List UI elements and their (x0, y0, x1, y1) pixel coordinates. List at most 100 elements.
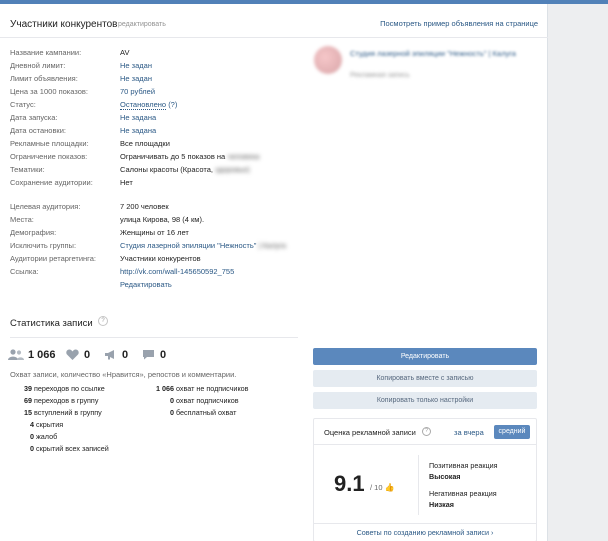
ad-url-link[interactable]: http://vk.com/wall-145650592_755 (120, 267, 234, 276)
stat-number: 39 (24, 384, 32, 393)
impression-limit-text: Ограничивать до 5 показов на (120, 152, 226, 161)
stats-description: Охват записи, количество «Нравится», реп… (10, 370, 237, 379)
score-help-icon[interactable]: ? (422, 427, 431, 436)
stat-number: 0 (30, 432, 34, 441)
stat-text: скрытия (36, 420, 64, 429)
tab-yesterday[interactable]: за вчера (454, 428, 484, 437)
field-value: Все площадки (120, 139, 170, 148)
stat-row: 39 переходов по ссылке (24, 384, 105, 394)
field-value: Студия лазерной эпиляции "Нежность" | Ка… (120, 241, 286, 250)
stat-row: 0 жалоб (30, 432, 57, 442)
ad-details-card: Участники конкурентов редактировать Посм… (0, 4, 548, 541)
field-label: Рекламные площадки: (10, 139, 89, 148)
status-value: Остановлено (?) (120, 100, 177, 110)
stat-text: охват подписчиков (176, 396, 239, 405)
daily-limit-link[interactable]: Не задан (120, 61, 152, 70)
field-value: улица Кирова, 98 (4 км). (120, 215, 205, 224)
stat-text: жалоб (36, 432, 58, 441)
page-title: Участники конкурентов (10, 19, 118, 30)
negative-label: Негативная реакция (429, 489, 497, 498)
blurred-text: человека (227, 152, 260, 161)
edit-title-link[interactable]: редактировать (118, 21, 166, 28)
avatar (314, 46, 342, 74)
field-value: Салоны красоты (Красота, здоровье) (120, 165, 250, 174)
comment-icon (143, 350, 154, 360)
field-label: Сохранение аудитории: (10, 178, 93, 187)
field-label: Аудитории ретаргетинга: (10, 254, 97, 263)
blurred-text: здоровье) (215, 165, 250, 174)
field-value: Женщины от 16 лет (120, 228, 189, 237)
stat-number: 1 066 (156, 384, 174, 393)
start-date-link[interactable]: Не задана (120, 113, 156, 122)
field-label: Лимит объявления: (10, 74, 78, 83)
ad-preview[interactable]: Студия лазерной эпиляции "Нежность" | Ка… (312, 44, 542, 84)
field-label: Дата запуска: (10, 113, 58, 122)
stat-text: переходов в группу (34, 396, 99, 405)
topics-text: Салоны красоты (Красота, (120, 165, 213, 174)
stat-row: 1 066 охват не подписчиков (156, 384, 249, 394)
field-label: Статус: (10, 100, 36, 109)
divider (418, 455, 419, 515)
stat-row: 0 охват подписчиков (170, 396, 239, 406)
copy-settings-button[interactable]: Копировать только настройки (313, 392, 537, 409)
score-value: 9.1 (334, 471, 365, 496)
stat-text: бесплатный охват (176, 408, 237, 417)
score-header: Оценка рекламной записи ? за вчера средн… (314, 419, 536, 445)
score-scale: / 10 (370, 483, 383, 492)
comments-count: 0 (160, 349, 167, 361)
reposts-count: 0 (122, 349, 129, 361)
stat-number: 15 (24, 408, 32, 417)
preview-title: Студия лазерной эпиляции "Нежность" | Ка… (350, 49, 516, 58)
status-help[interactable]: (?) (168, 100, 177, 109)
field-label: Целевая аудитория: (10, 202, 81, 211)
preview-subtitle: Рекламная запись (350, 72, 410, 79)
blurred-text: | Калуга (258, 241, 286, 250)
positive-label: Позитивная реакция (429, 461, 498, 470)
status-link[interactable]: Остановлено (120, 100, 167, 110)
users-icon (8, 349, 24, 360)
preview-link[interactable]: Посмотреть пример объявления на странице (380, 19, 538, 28)
excluded-group-link[interactable]: Студия лазерной эпиляции "Нежность" (120, 241, 256, 250)
card-header: Участники конкурентов редактировать Посм… (0, 4, 548, 38)
field-label: Демография: (10, 228, 57, 237)
stat-row: 4 скрытия (30, 420, 63, 430)
field-label: Название кампании: (10, 48, 82, 57)
stats-title: Статистика записи (10, 318, 93, 329)
stat-number: 69 (24, 396, 32, 405)
stat-row: 0 скрытий всех записей (30, 444, 109, 454)
field-label: Цена за 1000 показов: (10, 87, 88, 96)
stat-text: переходов по ссылке (34, 384, 105, 393)
stop-date-link[interactable]: Не задана (120, 126, 156, 135)
stat-text: вступлений в группу (34, 408, 102, 417)
stat-text: скрытий всех записей (36, 444, 109, 453)
field-label: Исключить группы: (10, 241, 77, 250)
field-value: Ограничивать до 5 показов на человека (120, 152, 259, 161)
field-label: Ссылка: (10, 267, 39, 276)
stat-number: 0 (170, 396, 174, 405)
field-value: Участники конкурентов (120, 254, 201, 263)
stat-number: 4 (30, 420, 34, 429)
tips-link[interactable]: Советы по созданию рекламной записи › (314, 523, 536, 541)
likes-stat: 0 (66, 348, 96, 362)
stat-number: 0 (30, 444, 34, 453)
tab-average[interactable]: средний (494, 425, 530, 439)
stat-row: 0 бесплатный охват (170, 408, 236, 418)
field-label: Места: (10, 215, 34, 224)
score-title: Оценка рекламной записи (324, 428, 416, 437)
stat-number: 0 (170, 408, 174, 417)
stat-row: 69 переходов в группу (24, 396, 98, 406)
heart-icon (66, 349, 79, 360)
right-gutter (548, 4, 608, 541)
reach-stat: 1 066 (8, 348, 60, 362)
edit-targeting-link[interactable]: Редактировать (120, 280, 172, 289)
field-label: Дневной лимит: (10, 61, 66, 70)
divider (10, 337, 298, 338)
copy-with-post-button[interactable]: Копировать вместе с записью (313, 370, 537, 387)
cpm-price-link[interactable]: 70 рублей (120, 87, 155, 96)
stats-help-icon[interactable]: ? (98, 316, 108, 326)
stat-text: охват не подписчиков (176, 384, 249, 393)
comments-stat: 0 (142, 348, 172, 362)
ad-limit-link[interactable]: Не задан (120, 74, 152, 83)
negative-value: Низкая (429, 500, 454, 509)
edit-ad-button[interactable]: Редактировать (313, 348, 537, 365)
